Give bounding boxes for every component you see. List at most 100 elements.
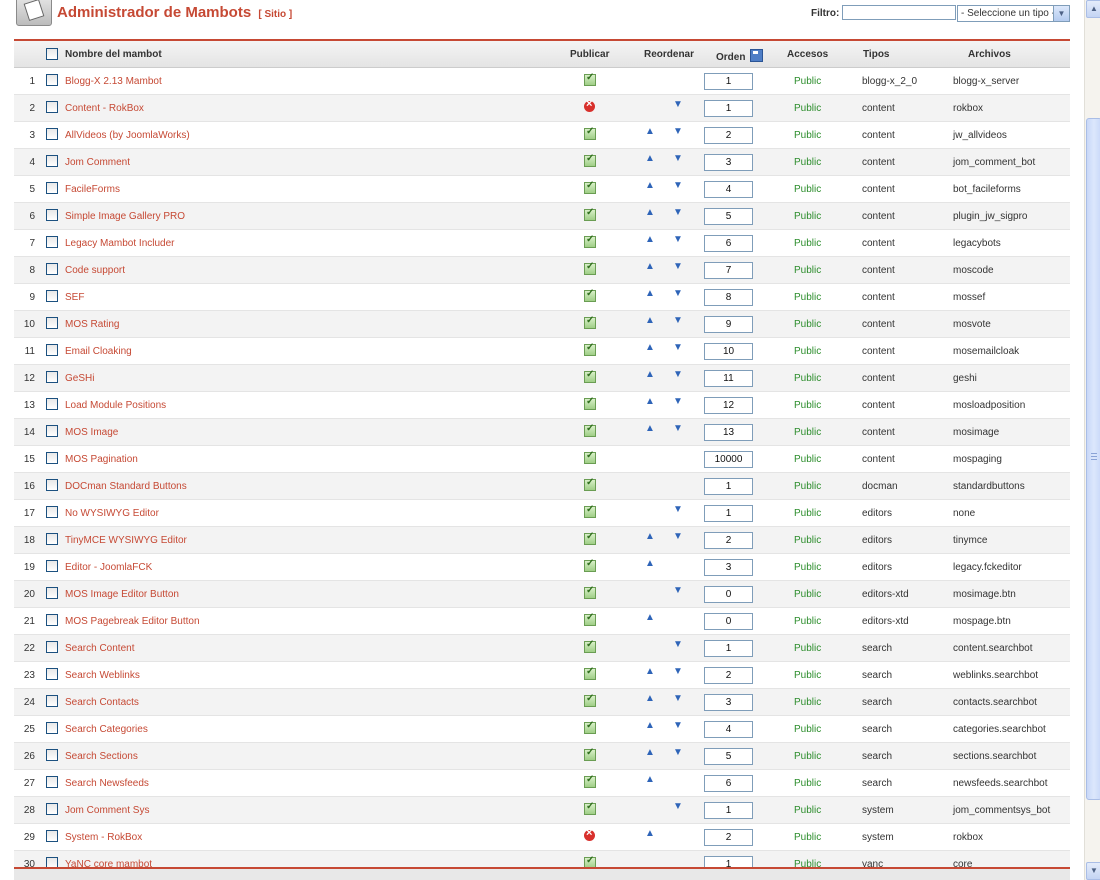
- mambot-name-link[interactable]: Search Newsfeeds: [65, 778, 149, 789]
- published-icon[interactable]: [584, 450, 596, 464]
- row-checkbox[interactable]: [46, 506, 58, 518]
- published-icon[interactable]: [584, 774, 596, 788]
- access-link[interactable]: Public: [794, 373, 821, 384]
- order-input[interactable]: [704, 289, 753, 306]
- move-up-icon[interactable]: ▲: [645, 315, 655, 326]
- move-up-icon[interactable]: ▲: [645, 747, 655, 758]
- access-link[interactable]: Public: [794, 319, 821, 330]
- order-input[interactable]: [704, 559, 753, 576]
- scrollbar-thumb[interactable]: [1086, 118, 1100, 800]
- access-link[interactable]: Public: [794, 238, 821, 249]
- move-up-icon[interactable]: ▲: [645, 828, 655, 839]
- mambot-name-link[interactable]: FacileForms: [65, 184, 120, 195]
- row-checkbox[interactable]: [46, 290, 58, 302]
- move-down-icon[interactable]: ▼: [673, 315, 683, 326]
- row-checkbox[interactable]: [46, 209, 58, 221]
- published-icon[interactable]: [584, 720, 596, 734]
- row-checkbox[interactable]: [46, 560, 58, 572]
- mambot-name-link[interactable]: Legacy Mambot Includer: [65, 238, 175, 249]
- mambot-name-link[interactable]: MOS Image: [65, 427, 118, 438]
- access-link[interactable]: Public: [794, 346, 821, 357]
- move-up-icon[interactable]: ▲: [645, 693, 655, 704]
- row-checkbox[interactable]: [46, 371, 58, 383]
- mambot-name-link[interactable]: Search Sections: [65, 751, 138, 762]
- move-down-icon[interactable]: ▼: [673, 639, 683, 650]
- move-up-icon[interactable]: ▲: [645, 720, 655, 731]
- published-icon[interactable]: [584, 504, 596, 518]
- order-input[interactable]: [704, 208, 753, 225]
- move-up-icon[interactable]: ▲: [645, 396, 655, 407]
- row-checkbox[interactable]: [46, 182, 58, 194]
- mambot-name-link[interactable]: System - RokBox: [65, 832, 142, 843]
- mambot-name-link[interactable]: Editor - JoomlaFCK: [65, 562, 152, 573]
- mambot-name-link[interactable]: DOCman Standard Buttons: [65, 481, 187, 492]
- row-checkbox[interactable]: [46, 641, 58, 653]
- row-checkbox[interactable]: [46, 155, 58, 167]
- row-checkbox[interactable]: [46, 668, 58, 680]
- move-up-icon[interactable]: ▲: [645, 531, 655, 542]
- mambot-name-link[interactable]: Email Cloaking: [65, 346, 132, 357]
- mambot-name-link[interactable]: Jom Comment Sys: [65, 805, 149, 816]
- unpublished-icon[interactable]: [584, 827, 595, 841]
- mambot-name-link[interactable]: No WYSIWYG Editor: [65, 508, 159, 519]
- order-input[interactable]: [704, 316, 753, 333]
- save-order-icon[interactable]: [750, 49, 764, 62]
- order-input[interactable]: [704, 667, 753, 684]
- move-down-icon[interactable]: ▼: [673, 504, 683, 515]
- access-link[interactable]: Public: [794, 643, 821, 654]
- order-input[interactable]: [704, 451, 753, 468]
- type-select[interactable]: - Seleccione un tipo - ▼: [957, 5, 1070, 22]
- order-input[interactable]: [704, 343, 753, 360]
- mambot-name-link[interactable]: Load Module Positions: [65, 400, 166, 411]
- row-checkbox[interactable]: [46, 101, 58, 113]
- order-input[interactable]: [704, 73, 753, 90]
- published-icon[interactable]: [584, 558, 596, 572]
- published-icon[interactable]: [584, 72, 596, 86]
- row-checkbox[interactable]: [46, 695, 58, 707]
- move-up-icon[interactable]: ▲: [645, 369, 655, 380]
- column-header-types[interactable]: Tipos: [863, 49, 889, 60]
- move-up-icon[interactable]: ▲: [645, 666, 655, 677]
- move-down-icon[interactable]: ▼: [673, 369, 683, 380]
- access-link[interactable]: Public: [794, 265, 821, 276]
- row-checkbox[interactable]: [46, 398, 58, 410]
- access-link[interactable]: Public: [794, 589, 821, 600]
- access-link[interactable]: Public: [794, 211, 821, 222]
- scroll-up-icon[interactable]: ▲: [1086, 0, 1100, 18]
- move-up-icon[interactable]: ▲: [645, 774, 655, 785]
- published-icon[interactable]: [584, 180, 596, 194]
- access-link[interactable]: Public: [794, 103, 821, 114]
- published-icon[interactable]: [584, 639, 596, 653]
- order-input[interactable]: [704, 532, 753, 549]
- select-all-checkbox[interactable]: [46, 48, 58, 60]
- order-input[interactable]: [704, 262, 753, 279]
- row-checkbox[interactable]: [46, 722, 58, 734]
- move-up-icon[interactable]: ▲: [645, 423, 655, 434]
- published-icon[interactable]: [584, 207, 596, 221]
- column-header-name[interactable]: Nombre del mambot: [65, 49, 162, 60]
- move-down-icon[interactable]: ▼: [673, 720, 683, 731]
- row-checkbox[interactable]: [46, 317, 58, 329]
- row-checkbox[interactable]: [46, 830, 58, 842]
- column-header-files[interactable]: Archivos: [968, 49, 1011, 60]
- move-down-icon[interactable]: ▼: [673, 666, 683, 677]
- published-icon[interactable]: [584, 288, 596, 302]
- row-checkbox[interactable]: [46, 749, 58, 761]
- order-input[interactable]: [704, 370, 753, 387]
- access-link[interactable]: Public: [794, 454, 821, 465]
- row-checkbox[interactable]: [46, 587, 58, 599]
- access-link[interactable]: Public: [794, 400, 821, 411]
- move-down-icon[interactable]: ▼: [673, 585, 683, 596]
- row-checkbox[interactable]: [46, 533, 58, 545]
- move-up-icon[interactable]: ▲: [645, 180, 655, 191]
- order-input[interactable]: [704, 802, 753, 819]
- mambot-name-link[interactable]: MOS Image Editor Button: [65, 589, 179, 600]
- mambot-name-link[interactable]: Search Contacts: [65, 697, 139, 708]
- mambot-name-link[interactable]: MOS Pagebreak Editor Button: [65, 616, 200, 627]
- access-link[interactable]: Public: [794, 562, 821, 573]
- mambot-name-link[interactable]: Search Content: [65, 643, 135, 654]
- published-icon[interactable]: [584, 234, 596, 248]
- mambot-name-link[interactable]: Search Categories: [65, 724, 148, 735]
- move-down-icon[interactable]: ▼: [673, 234, 683, 245]
- move-down-icon[interactable]: ▼: [673, 153, 683, 164]
